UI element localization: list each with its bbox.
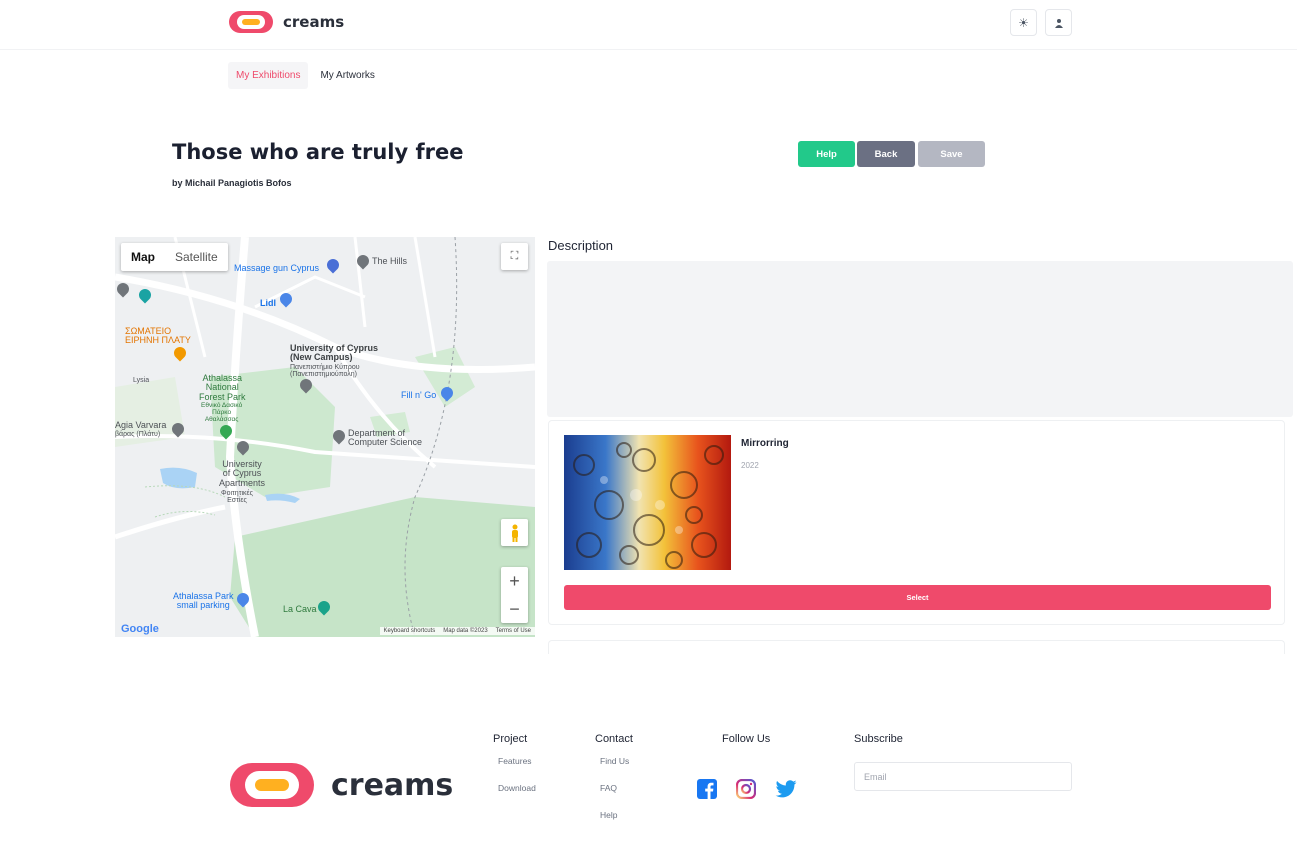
map-label: Lysia — [133, 377, 150, 384]
twitter-link[interactable] — [775, 778, 797, 800]
creams-logo-icon — [229, 11, 273, 33]
footer-heading-contact: Contact — [595, 733, 633, 745]
footer-heading-subscribe: Subscribe — [854, 733, 903, 745]
instagram-link[interactable] — [735, 778, 757, 800]
map-label: Athalassa Park small parking — [173, 591, 234, 611]
street-view-button[interactable] — [501, 519, 528, 546]
fullscreen-button[interactable]: ⛶ — [501, 243, 528, 270]
help-button[interactable]: Help — [798, 141, 855, 167]
exhibition-title: Those who are truly free — [172, 140, 464, 164]
footer-link-faq[interactable]: FAQ — [600, 783, 617, 793]
tab-my-artworks[interactable]: My Artworks — [312, 62, 382, 89]
profile-button[interactable] — [1045, 9, 1072, 36]
twitter-icon — [775, 780, 797, 798]
zoom-in-button[interactable]: + — [509, 567, 520, 595]
fullscreen-icon: ⛶ — [510, 250, 519, 262]
map-label: Agia Varvara — [115, 420, 167, 430]
facebook-link[interactable] — [696, 778, 718, 800]
terms-link[interactable]: Terms of Use — [496, 628, 531, 634]
map-label: University of Cyprus Apartments — [219, 459, 266, 488]
map-label: Lidl — [260, 298, 276, 308]
description-heading: Description — [548, 238, 614, 253]
map-label: University of Cyprus (New Campus) — [290, 343, 379, 363]
map-type-map[interactable]: Map — [121, 243, 165, 271]
top-navbar: creams ☀ — [0, 0, 1297, 50]
map-label: Massage gun Cyprus — [234, 263, 320, 273]
exhibition-author: by Michail Panagiotis Bofos — [172, 178, 292, 188]
save-button[interactable]: Save — [918, 141, 985, 167]
footer-link-download[interactable]: Download — [498, 783, 536, 793]
brand-logo[interactable]: creams — [228, 10, 344, 34]
artwork-card-partial — [548, 640, 1285, 654]
map-type-toggle: Map Satellite — [121, 243, 228, 271]
map-type-satellite[interactable]: Satellite — [165, 243, 228, 271]
artwork-title: Mirrorring — [741, 438, 789, 449]
map-label: Fill n' Go — [401, 390, 437, 400]
map-label: Εθνικό Δασικό Πάρκο Αθαλάσσας — [201, 402, 243, 423]
minus-icon: − — [509, 598, 520, 619]
footer-link-features[interactable]: Features — [498, 756, 532, 766]
map-label: ΣΩΜΑΤΕΙΟ ΕΙΡΗΝΗ ΠΛΑΤΥ — [125, 326, 191, 346]
facebook-icon — [697, 779, 717, 799]
google-logo: Google — [121, 623, 159, 635]
zoom-controls: + − — [501, 567, 528, 623]
footer-brand-name: creams — [331, 767, 454, 803]
map-label: La Cava — [283, 604, 317, 614]
plus-icon: + — [509, 570, 520, 591]
back-button[interactable]: Back — [857, 141, 915, 167]
map-label: Athalassa National Forest Park — [199, 373, 246, 402]
tab-my-exhibitions[interactable]: My Exhibitions — [228, 62, 309, 89]
artwork-year: 2022 — [741, 461, 759, 470]
theme-toggle-button[interactable]: ☀ — [1010, 9, 1037, 36]
footer-link-find-us[interactable]: Find Us — [600, 756, 629, 766]
artwork-image — [564, 435, 731, 570]
footer-brand-logo[interactable]: creams — [228, 761, 453, 809]
artwork-card: Mirrorring 2022 Select — [548, 420, 1285, 625]
map-label: βάρας (Πλάτυ) — [115, 431, 161, 438]
map-label: The Hills — [372, 256, 408, 266]
description-textarea[interactable] — [547, 261, 1293, 417]
map-label: Πανεπιστήμιο Κύπρου (Πανεπιστημιούπολη) — [290, 364, 360, 379]
sun-icon: ☀ — [1018, 15, 1029, 30]
location-map[interactable]: Map Satellite ⛶ + − Massage gun Cyprus T… — [115, 237, 535, 637]
subscribe-email-input[interactable] — [854, 762, 1072, 791]
footer-link-help[interactable]: Help — [600, 810, 617, 820]
map-label: Department of Computer Science — [348, 428, 423, 448]
footer-heading-project: Project — [493, 733, 528, 745]
map-data-label: Map data ©2023 — [443, 628, 488, 634]
instagram-icon — [736, 779, 756, 799]
map-attribution: Keyboard shortcuts Map data ©2023 Terms … — [379, 627, 535, 635]
select-artwork-button[interactable]: Select — [564, 585, 1271, 610]
brand-name: creams — [283, 13, 345, 31]
zoom-out-button[interactable]: − — [509, 595, 520, 623]
creams-logo-icon — [230, 763, 314, 807]
map-label: Φοιτητικές Εστίες — [221, 490, 254, 505]
pegman-icon — [511, 524, 518, 542]
artwork-thumbnail[interactable] — [564, 435, 731, 570]
footer-heading-follow-us: Follow Us — [722, 733, 771, 745]
keyboard-shortcuts-link[interactable]: Keyboard shortcuts — [384, 628, 436, 634]
user-icon — [1054, 18, 1063, 28]
section-tabs: My Exhibitions My Artworks — [228, 62, 383, 89]
